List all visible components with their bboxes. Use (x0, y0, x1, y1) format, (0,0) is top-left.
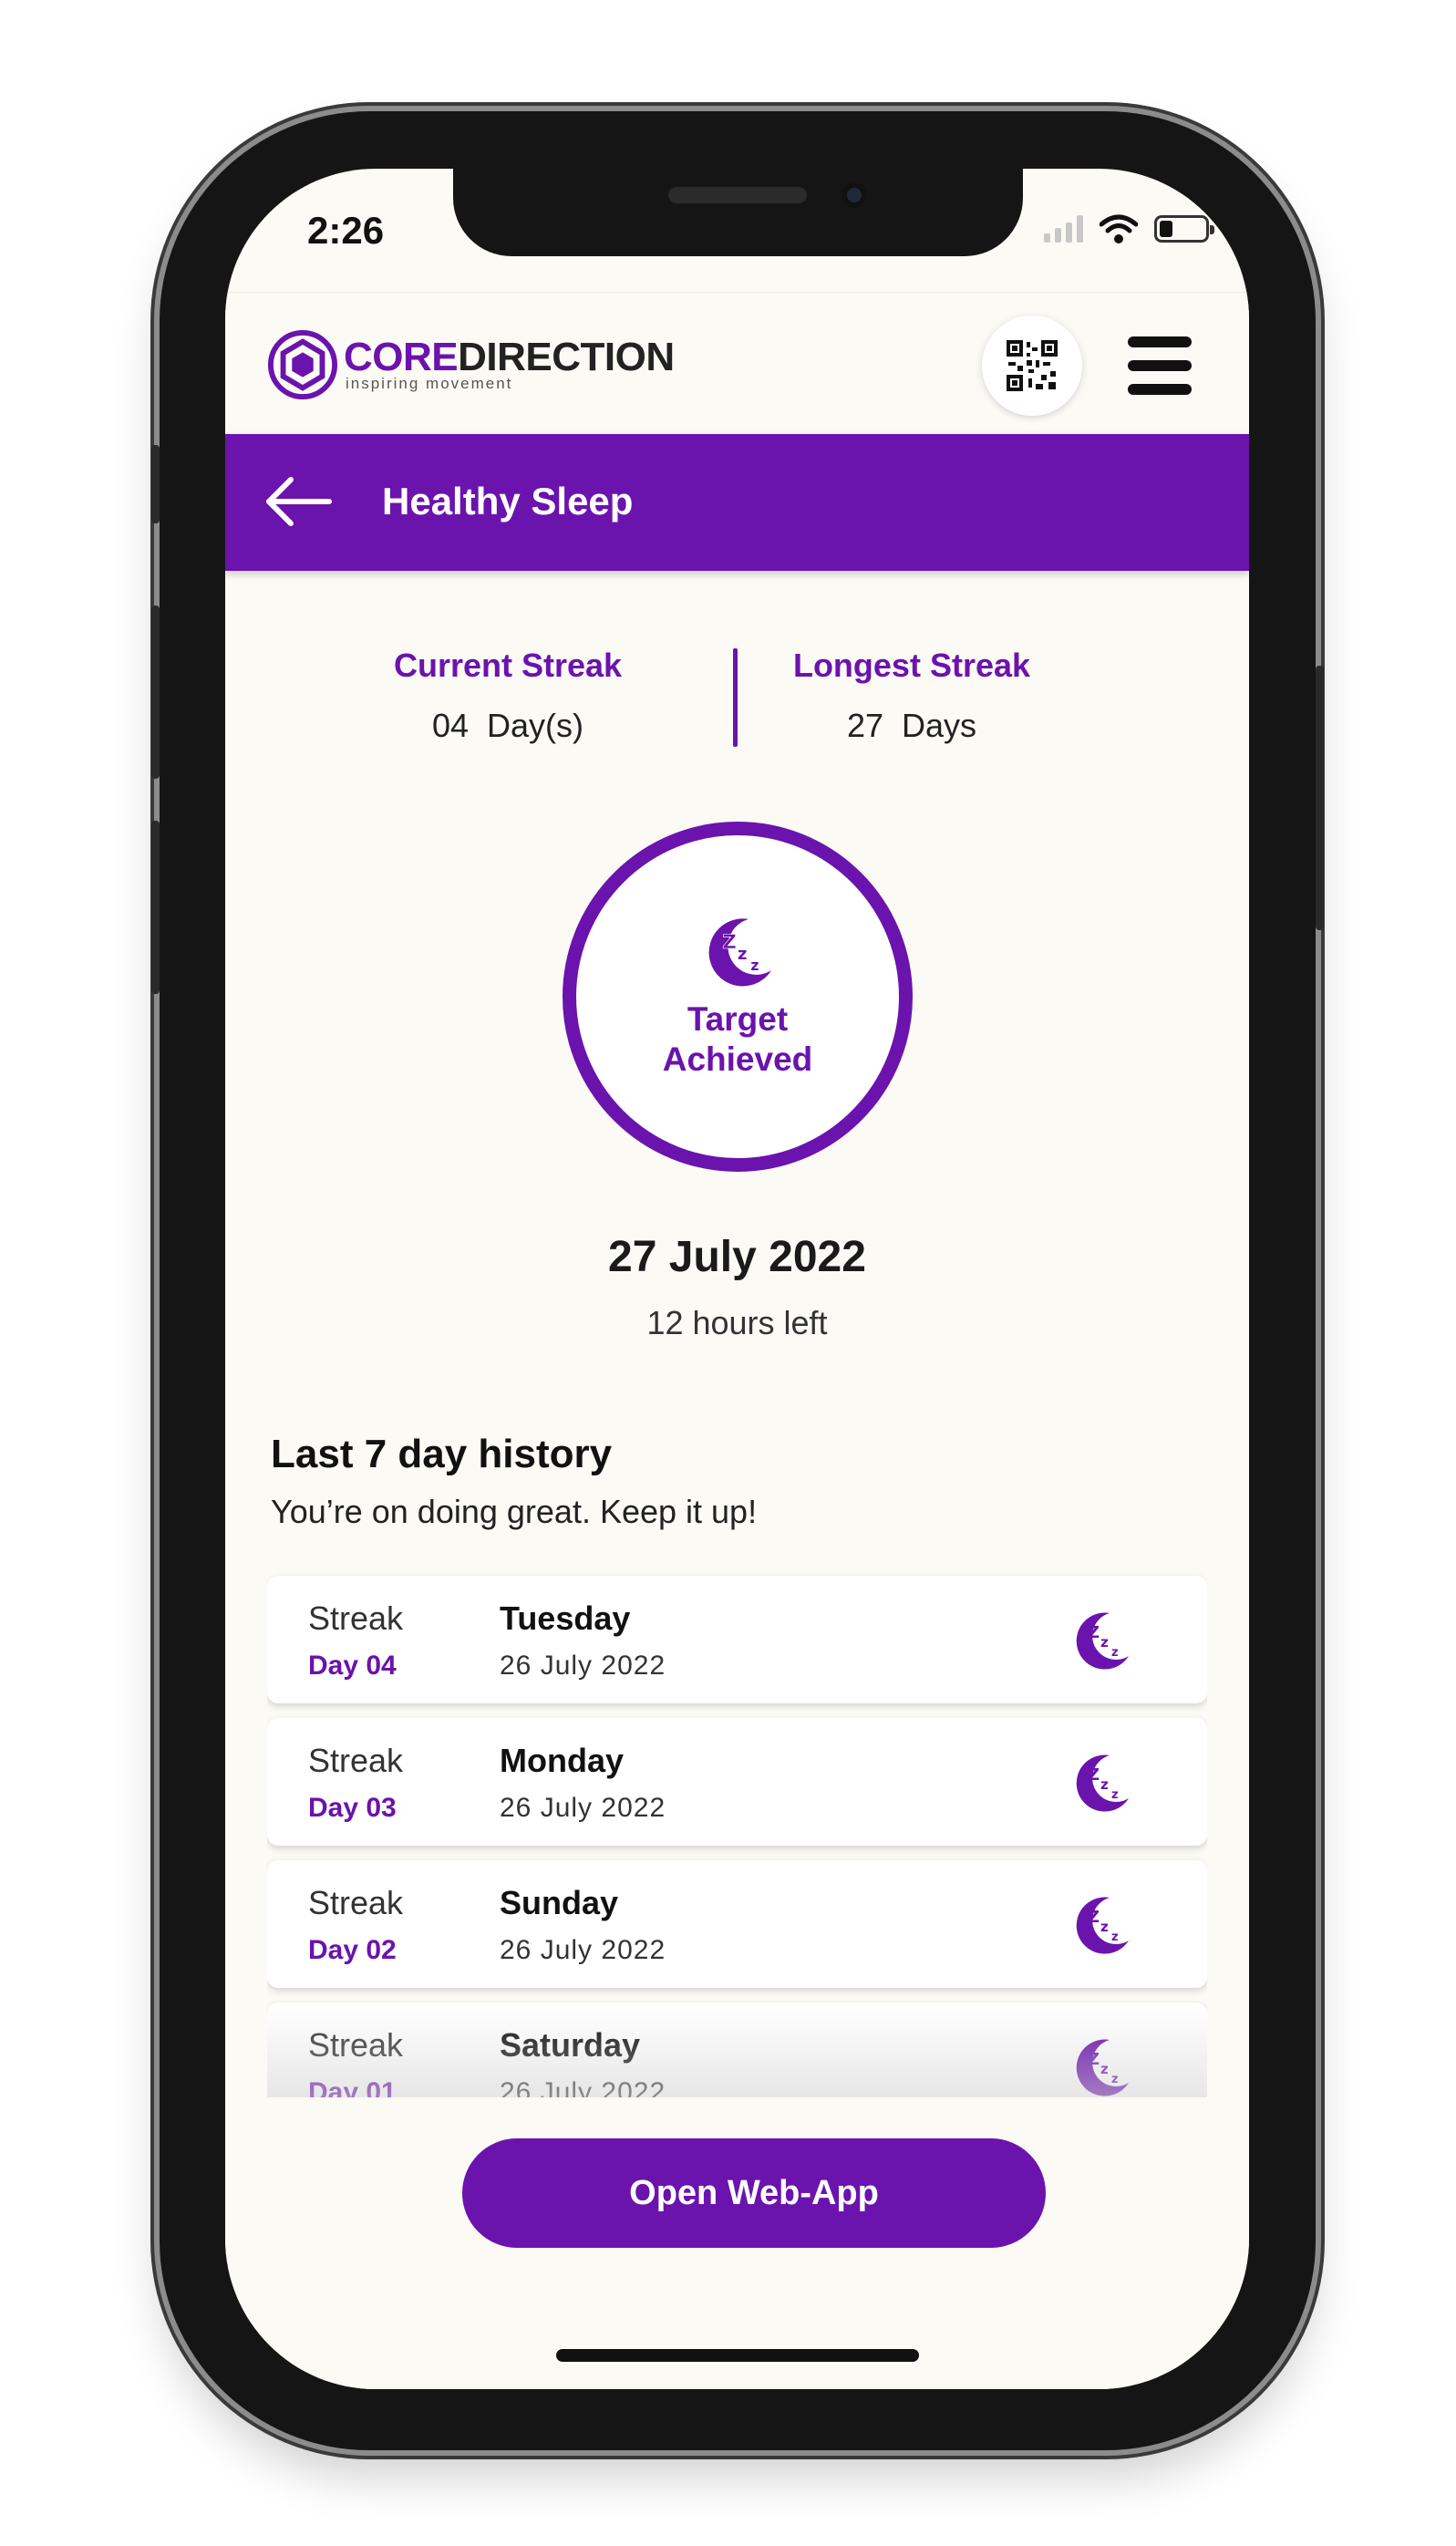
qr-code-button[interactable] (982, 316, 1082, 416)
logo-mark-icon (267, 329, 338, 400)
status-icons (1044, 214, 1214, 243)
status-time: 2:26 (307, 209, 385, 252)
svg-text:z: z (1100, 1919, 1109, 1935)
history-card[interactable]: Streak Day 02 Sunday 26 July 2022 Z z z (267, 1860, 1207, 1988)
target-achieved-ring: Z z z Target Achieved (563, 822, 913, 1172)
bottom-bar: Open Web-App (225, 2097, 1249, 2389)
card-date: 26 July 2022 (500, 2077, 666, 2097)
mute-switch (151, 445, 160, 523)
time-left: 12 hours left (646, 1304, 828, 1341)
card-streak-day: Day 03 (308, 1793, 397, 1823)
svg-text:z: z (1100, 1634, 1109, 1651)
card-streak-label: Streak (308, 2026, 404, 2064)
history-subtitle: You’re on doing great. Keep it up! (271, 1493, 758, 1530)
card-streak-label: Streak (308, 1884, 404, 1921)
svg-text:z: z (1111, 1930, 1119, 1944)
card-date: 26 July 2022 (500, 1793, 666, 1823)
title-bar: Healthy Sleep (225, 434, 1249, 571)
history-card[interactable]: Streak Day 01 Saturday 26 July 2022 Z z … (267, 2003, 1207, 2097)
svg-text:Z: Z (1088, 1765, 1100, 1785)
svg-text:z: z (1111, 1788, 1119, 1802)
streak-stats: Current Streak 04 Day(s) Longest Streak … (225, 647, 1249, 747)
history-list[interactable]: Streak Day 04 Tuesday 26 July 2022 Z z z… (267, 1570, 1207, 2097)
earpiece-speaker (668, 187, 807, 203)
target-status-text: Target Achieved (662, 1000, 813, 1078)
card-weekday: Monday (500, 1742, 625, 1779)
sleep-moon-icon: Z z z (1076, 1897, 1129, 1954)
card-weekday: Sunday (500, 1884, 619, 1921)
history-card[interactable]: Streak Day 04 Tuesday 26 July 2022 Z z z (267, 1576, 1207, 1703)
phone-screen: 2:26 COREDIRECTION inspiring movement He… (225, 169, 1249, 2389)
sleep-moon-icon: Z z z (1076, 1754, 1129, 1812)
history-card[interactable]: Streak Day 03 Monday 26 July 2022 Z z z (267, 1718, 1207, 1846)
hamburger-menu-button[interactable] (1128, 336, 1192, 395)
camera-notch (453, 169, 1023, 256)
history-title: Last 7 day history (271, 1432, 613, 1476)
svg-text:z: z (1111, 1646, 1119, 1660)
qr-code-icon (1007, 340, 1058, 391)
longest-streak: Longest Streak 27 Days (770, 647, 1053, 745)
back-arrow-icon[interactable] (263, 474, 333, 529)
card-streak-label: Streak (308, 1599, 404, 1637)
battery-icon (1154, 215, 1214, 243)
svg-text:z: z (1100, 2061, 1109, 2077)
card-date: 26 July 2022 (500, 1935, 666, 1965)
card-weekday: Saturday (500, 2026, 641, 2064)
longest-streak-value: 27 Days (846, 707, 977, 744)
svg-text:Z: Z (1088, 1908, 1100, 1927)
app-header: COREDIRECTION inspiring movement (225, 292, 1249, 434)
volume-up-button (151, 605, 160, 779)
power-button (1316, 666, 1324, 930)
sleep-moon-icon: Z z z (708, 918, 772, 987)
longest-streak-label: Longest Streak (792, 647, 1031, 684)
card-streak-day: Day 04 (308, 1651, 397, 1681)
volume-down-button (151, 821, 160, 994)
svg-text:z: z (738, 945, 747, 964)
menu-line (1128, 336, 1192, 347)
svg-text:z: z (1100, 1776, 1109, 1793)
svg-text:Z: Z (1088, 2050, 1100, 2069)
card-streak-day: Day 01 (308, 2077, 397, 2097)
sleep-moon-icon: Z z z (1076, 1612, 1129, 1670)
page-title: Healthy Sleep (382, 480, 634, 523)
card-weekday: Tuesday (500, 1599, 631, 1637)
current-streak-value: 04 Day(s) (431, 707, 584, 744)
svg-text:z: z (750, 957, 759, 974)
streak-divider (733, 648, 738, 747)
card-date: 26 July 2022 (500, 1651, 666, 1681)
current-streak: Current Streak 04 Day(s) (371, 647, 645, 745)
logo-wordmark: COREDIRECTION (344, 335, 675, 379)
open-web-app-button[interactable]: Open Web-App (462, 2138, 1046, 2248)
card-streak-day: Day 02 (308, 1935, 397, 1965)
svg-text:Z: Z (1088, 1623, 1100, 1642)
home-indicator[interactable] (556, 2349, 919, 2362)
menu-line (1128, 360, 1192, 371)
card-streak-label: Streak (308, 1742, 404, 1779)
current-date: 27 July 2022 (608, 1233, 866, 1281)
current-streak-label: Current Streak (393, 647, 623, 684)
sleep-moon-icon: Z z z (1076, 2039, 1129, 2096)
front-camera (842, 182, 867, 208)
svg-text:Z: Z (722, 931, 737, 954)
coredirection-logo[interactable]: COREDIRECTION inspiring movement (267, 329, 675, 400)
svg-text:z: z (1111, 2073, 1119, 2086)
cellular-signal-icon (1044, 215, 1083, 243)
wifi-icon (1100, 214, 1138, 243)
menu-line (1128, 384, 1192, 395)
